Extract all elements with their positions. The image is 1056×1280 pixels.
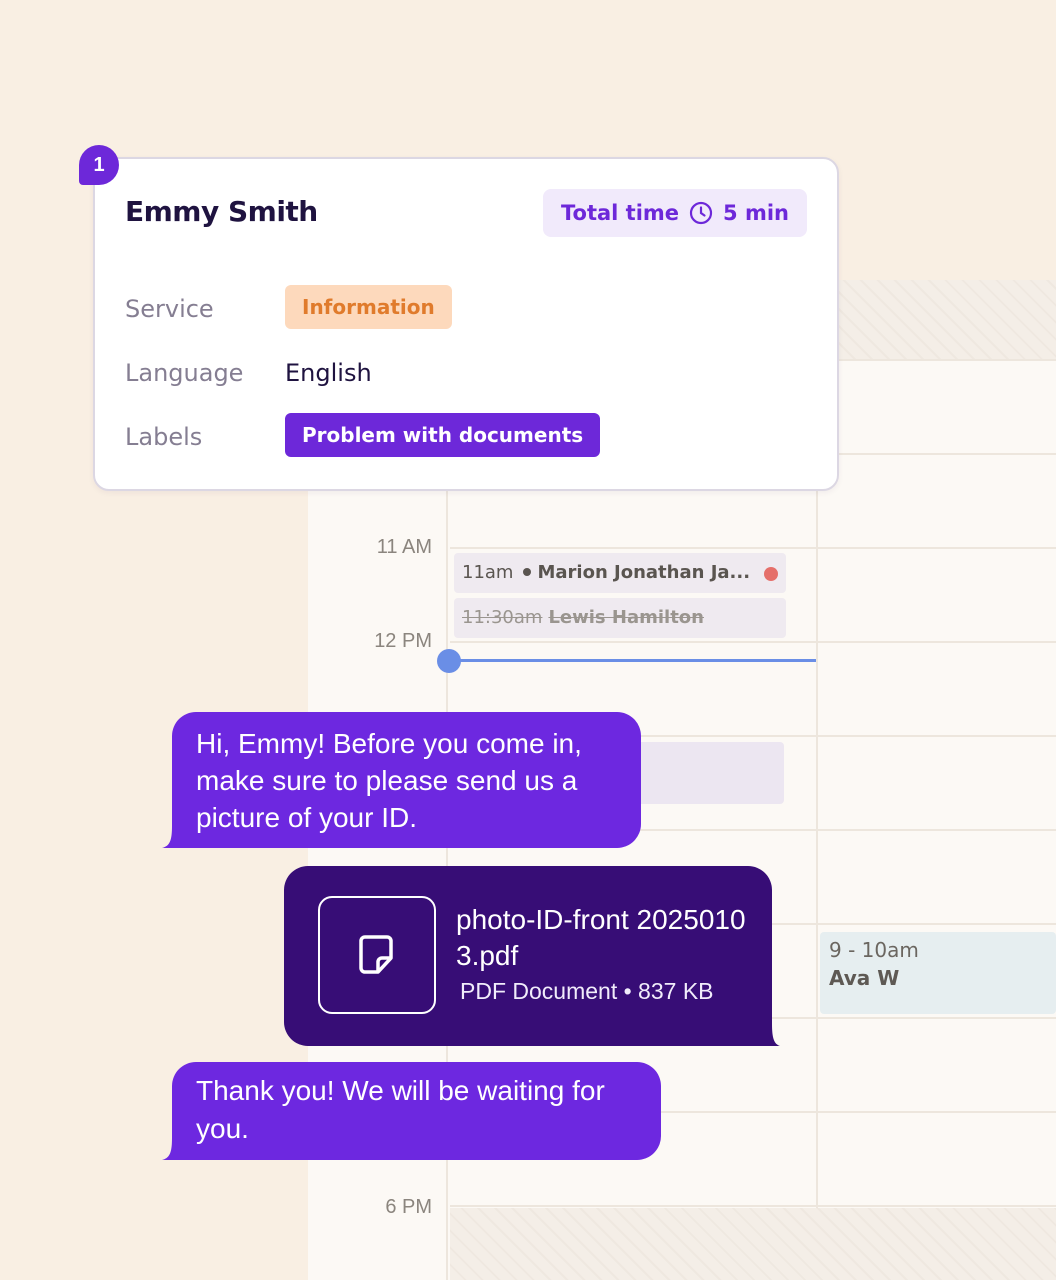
time-label-12pm: 12 PM: [374, 630, 432, 652]
total-time-badge: Total time 5 min: [543, 189, 807, 237]
service-label: Service: [125, 295, 214, 323]
file-thumbnail: [318, 896, 436, 1014]
current-time-indicator: [437, 649, 461, 673]
service-chip: Information: [285, 285, 452, 329]
bubble-tail: [764, 1024, 780, 1046]
current-time-line: [448, 659, 816, 662]
event-time: 11:30am: [462, 607, 543, 628]
bullet-dot-icon: [523, 568, 532, 576]
hour-gridline: [450, 641, 1056, 643]
total-time-value: 5 min: [723, 201, 789, 225]
appointment-event[interactable]: 9 - 10am Ava W: [820, 932, 1056, 1014]
event-client-name: Lewis Hamilton: [548, 607, 704, 628]
event-client-name: Ava W: [829, 966, 900, 990]
bubble-tail: [162, 826, 186, 848]
event-time: 11am: [462, 562, 514, 583]
time-label-6pm: 6 PM: [385, 1196, 432, 1218]
cancelled-appointment-event[interactable]: 11:30am Lewis Hamilton: [454, 598, 786, 638]
total-time-label: Total time: [561, 201, 680, 225]
time-label-11am: 11 AM: [376, 536, 432, 558]
status-dot-icon: [764, 567, 778, 581]
event-client-name: Marion Jonathan Ja...: [537, 562, 751, 583]
hour-gridline: [450, 1205, 1056, 1207]
language-label: Language: [125, 359, 244, 387]
attachment-file-meta: PDF Document • 837 KB: [460, 978, 714, 1004]
bubble-tail: [162, 1138, 186, 1160]
document-icon: [359, 935, 393, 974]
event-time: 9 - 10am: [829, 938, 919, 962]
language-value: English: [285, 359, 372, 387]
step-number-badge: 1: [79, 145, 119, 185]
outgoing-message: Hi, Emmy! Before you come in, make sure …: [172, 712, 641, 848]
customer-card[interactable]: Emmy Smith Total time 5 min Service Info…: [93, 157, 839, 491]
appointment-event[interactable]: 11am Marion Jonathan Ja...: [454, 553, 786, 593]
clock-icon: [689, 201, 713, 225]
incoming-attachment-message[interactable]: photo-ID-front 20250103.pdf PDF Document…: [284, 866, 772, 1046]
outgoing-message: Thank you! We will be waiting for you.: [172, 1062, 661, 1160]
unavailable-slot-bottom: [450, 1208, 1056, 1280]
label-chip[interactable]: Problem with documents: [285, 413, 601, 457]
customer-name: Emmy Smith: [125, 195, 318, 228]
labels-label: Labels: [125, 423, 203, 451]
attachment-file-name[interactable]: photo-ID-front 20250103.pdf: [456, 902, 756, 974]
hour-gridline: [450, 547, 1056, 549]
